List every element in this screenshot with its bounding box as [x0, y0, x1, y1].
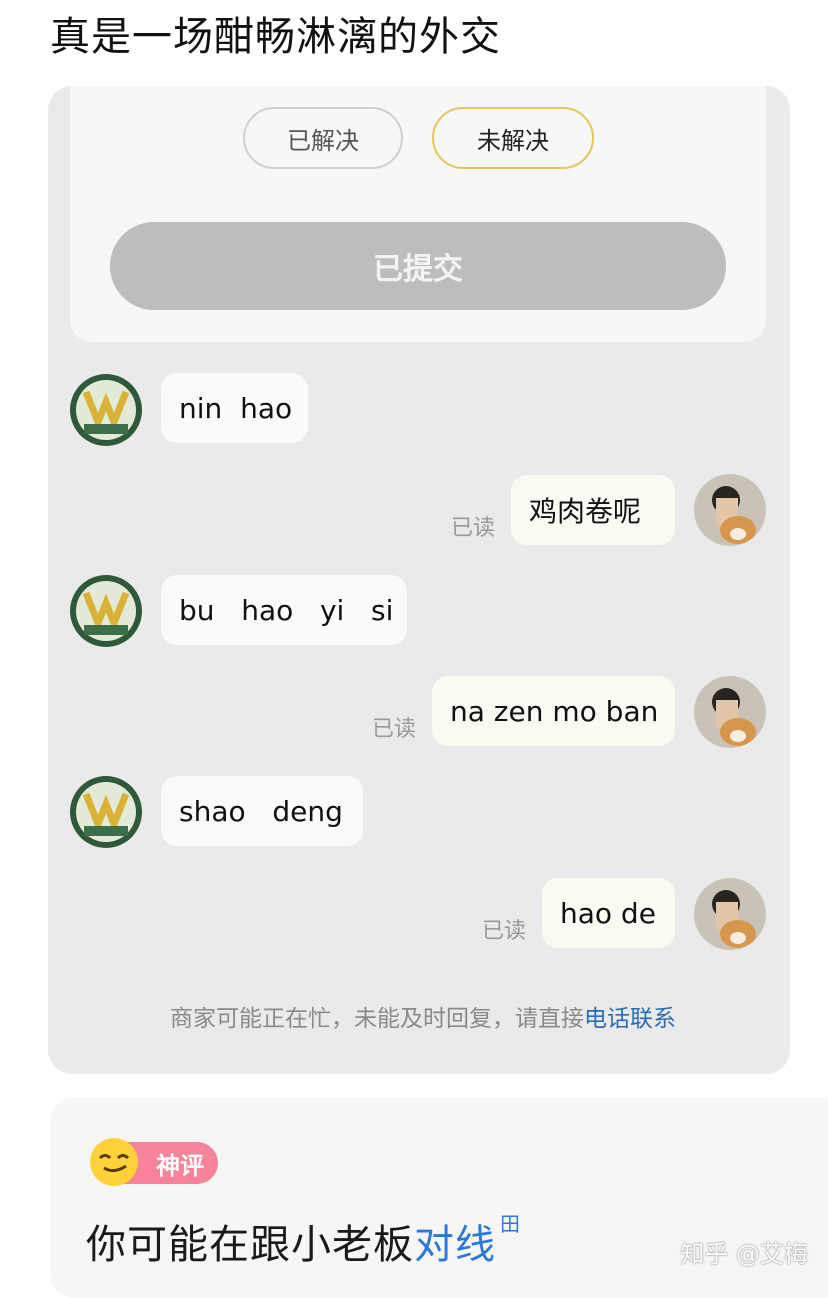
post-title: 真是一场酣畅淋漓的外交: [50, 14, 501, 60]
comment-prefix: 你可能在跟小老板: [86, 1222, 414, 1268]
read-status: 已读: [372, 717, 417, 742]
merchant-avatar[interactable]: [70, 374, 142, 446]
chat-screenshot-card: 已解决 未解决 已提交 nin hao 已读 鸡肉卷呢 bu hao yi si…: [48, 86, 790, 1074]
message-bubble-incoming: bu hao yi si: [161, 575, 407, 645]
merchant-avatar[interactable]: [70, 575, 142, 647]
phone-contact-link[interactable]: 电话联系: [584, 1006, 676, 1032]
top-comment-badge: 神评: [88, 1136, 224, 1188]
user-avatar[interactable]: [694, 878, 766, 950]
smile-icon: [90, 1138, 138, 1186]
message-bubble-incoming: shao deng: [161, 776, 363, 846]
message-bubble-outgoing: 鸡肉卷呢: [511, 475, 675, 545]
watermark: 知乎 @艾梅: [680, 1240, 808, 1268]
submitted-button[interactable]: 已提交: [110, 222, 726, 310]
message-bubble-outgoing: na zen mo ban: [432, 676, 675, 746]
read-status: 已读: [482, 919, 527, 944]
feedback-panel: 已解决 未解决 已提交: [70, 86, 766, 342]
notice-text: 商家可能正在忙，未能及时回复，请直接: [170, 1006, 584, 1032]
resolved-button[interactable]: 已解决: [243, 107, 403, 169]
comment-highlight-link[interactable]: 对线: [414, 1222, 496, 1268]
merchant-avatar[interactable]: [70, 776, 142, 848]
unresolved-button[interactable]: 未解决: [432, 107, 594, 169]
user-avatar[interactable]: [694, 676, 766, 748]
merchant-busy-notice: 商家可能正在忙，未能及时回复，请直接电话联系: [128, 1000, 718, 1038]
message-bubble-outgoing: hao de: [542, 878, 675, 948]
superscript-mark: 田: [500, 1212, 521, 1236]
user-avatar[interactable]: [694, 474, 766, 546]
message-bubble-incoming: nin hao: [161, 373, 308, 443]
comment-text: 你可能在跟小老板对线田: [86, 1212, 521, 1270]
read-status: 已读: [451, 516, 496, 541]
